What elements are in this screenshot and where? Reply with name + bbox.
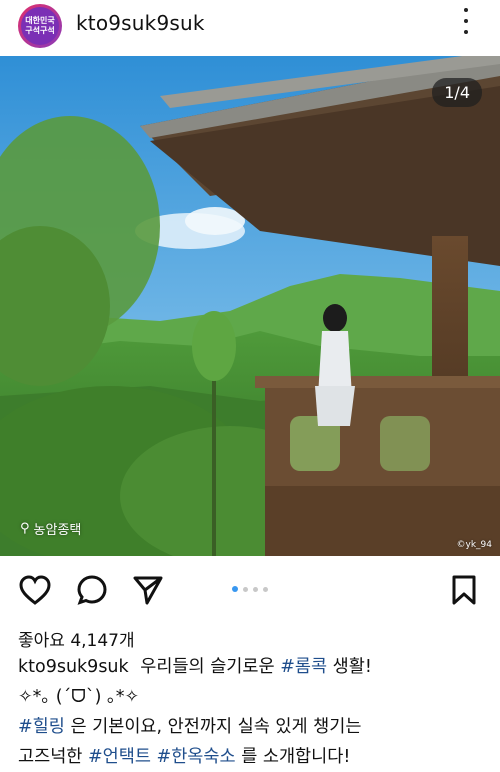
post-photo[interactable]: 1/4 ⚲ 농암종택 ©yk_94 — [0, 56, 500, 556]
hashtag[interactable]: #롬콕 — [280, 657, 327, 677]
photo-credit: ©yk_94 — [456, 540, 493, 550]
heart-icon[interactable] — [18, 574, 52, 606]
avatar-text-line2: 구석구석 — [25, 26, 55, 35]
send-icon[interactable] — [132, 574, 164, 606]
carousel-dot — [243, 586, 248, 592]
avatar[interactable]: 대한민국 구석구석 — [18, 4, 62, 48]
likes-count[interactable]: 좋아요 4,147개 — [18, 626, 135, 651]
bookmark-icon[interactable] — [450, 574, 478, 606]
caption-line-4: 고즈넉한 #언택트 #한옥숙소 를 소개합니다! — [18, 742, 488, 772]
landscape-photo — [0, 56, 500, 556]
caption-text: 생활! — [332, 657, 372, 677]
caption-username[interactable]: kto9suk9suk — [18, 657, 129, 677]
location-tag[interactable]: ⚲ 농암종택 — [20, 519, 81, 538]
post-username[interactable]: kto9suk9suk — [76, 11, 205, 35]
caption-text: 를 소개합니다! — [241, 747, 351, 767]
post-header: 대한민국 구석구석 kto9suk9suk — [0, 0, 500, 56]
hashtag[interactable]: #한옥숙소 — [157, 747, 236, 767]
slide-counter: 1/4 — [432, 78, 482, 107]
post-caption: kto9suk9suk 우리들의 슬기로운 #롬콕 생활! ✧*｡ (ˊᗜˋ) … — [18, 652, 488, 772]
avatar-logo: 대한민국 구석구석 — [21, 7, 59, 45]
caption-line-2: ✧*｡ (ˊᗜˋ) ｡*✧ — [18, 687, 140, 707]
hashtag[interactable]: #언택트 — [88, 747, 151, 767]
location-pin-icon: ⚲ — [20, 521, 30, 536]
avatar-text-line1: 대한민국 — [25, 16, 55, 25]
caption-text: 우리들의 슬기로운 — [140, 657, 275, 677]
more-vertical-icon[interactable] — [456, 8, 476, 34]
caption-text: 은 기본이요, 안전까지 실속 있게 챙기는 — [70, 717, 362, 737]
carousel-dot — [263, 586, 268, 592]
caption-line-3: #힐링 은 기본이요, 안전까지 실속 있게 챙기는 — [18, 712, 488, 742]
action-bar — [0, 566, 500, 610]
caption-line-1: kto9suk9suk 우리들의 슬기로운 #롬콕 생활! — [18, 652, 488, 682]
caption-text: 고즈넉한 — [18, 747, 83, 767]
location-label: 농암종택 — [33, 523, 82, 538]
carousel-dot-active — [232, 586, 238, 592]
comment-icon[interactable] — [76, 574, 108, 606]
carousel-indicator — [232, 586, 268, 592]
hashtag[interactable]: #힐링 — [18, 717, 65, 737]
carousel-dot — [253, 586, 258, 592]
